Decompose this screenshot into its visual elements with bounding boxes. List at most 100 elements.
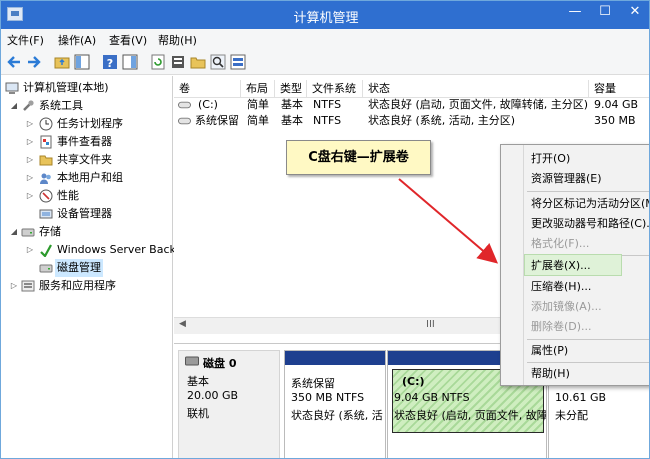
disk-size: 20.00 GB	[187, 389, 239, 402]
navigation-tree: 计算机管理(本地) ◢ 系统工具 ▷ 任务计划程序 ▷ 事件查看器 ▷ 共享文件…	[1, 76, 176, 458]
menu-action[interactable]: 操作(A)	[58, 32, 96, 48]
title-bar: 计算机管理 — ☐ ✕	[1, 1, 649, 29]
computer-management-icon	[5, 81, 19, 95]
volume-filesystem: NTFS	[313, 98, 342, 111]
device-manager-icon	[39, 207, 53, 221]
show-action-pane-icon[interactable]	[121, 53, 139, 71]
menu-item-properties[interactable]: 属性(P)	[531, 341, 568, 361]
disk-0-info[interactable]: 磁盘 0 基本 20.00 GB 联机	[178, 350, 280, 458]
menu-item-mark-active[interactable]: 将分区标记为活动分区(M)	[531, 194, 649, 214]
computer-management-window: 计算机管理 — ☐ ✕ 文件(F) 操作(A) 查看(V) 帮助(H) ? 计算…	[0, 0, 650, 459]
partition-status: 状态良好 (系统, 活	[291, 409, 383, 422]
volume-type: 基本	[281, 98, 303, 111]
users-icon	[39, 171, 53, 185]
column-header-volume[interactable]: 卷	[174, 80, 241, 97]
volume-status: 状态良好 (启动, 页面文件, 故障转储, 主分区)	[368, 98, 589, 111]
menu-item-explorer[interactable]: 资源管理器(E)	[531, 169, 602, 189]
close-button[interactable]: ✕	[621, 1, 649, 23]
tree-label: 存储	[39, 225, 61, 238]
column-header-capacity[interactable]: 容量	[589, 80, 649, 97]
drive-icon	[178, 97, 191, 113]
menu-item-help[interactable]: 帮助(H)	[531, 364, 570, 384]
menu-separator	[527, 191, 649, 192]
tree-label: 服务和应用程序	[39, 279, 116, 292]
disk-type: 基本	[187, 375, 209, 388]
expand-arrow-icon[interactable]: ▷	[25, 187, 35, 205]
show-hide-tree-icon[interactable]	[73, 53, 91, 71]
collapse-arrow-icon[interactable]: ◢	[9, 223, 19, 241]
partition-name: (C:)	[402, 375, 425, 388]
menu-bar: 文件(F) 操作(A) 查看(V) 帮助(H)	[1, 29, 649, 49]
search-icon[interactable]	[209, 53, 227, 71]
back-icon[interactable]	[5, 53, 23, 71]
partition-status: 未分配	[555, 409, 588, 422]
horizontal-scrollbar[interactable]: ◀ III	[174, 317, 504, 334]
menu-item-change-drive-letter[interactable]: 更改驱动器号和路径(C)...	[531, 214, 649, 234]
tree-label: 设备管理器	[57, 207, 112, 220]
volume-name: (C:)	[198, 98, 218, 111]
expand-arrow-icon[interactable]: ▷	[25, 169, 35, 187]
toolbar: ?	[1, 49, 649, 75]
disk-icon	[185, 355, 199, 367]
menu-file[interactable]: 文件(F)	[7, 32, 44, 48]
context-menu: 打开(O) 资源管理器(E) 将分区标记为活动分区(M) 更改驱动器号和路径(C…	[500, 144, 649, 386]
scroll-left-icon[interactable]: ◀	[179, 319, 186, 329]
forward-icon[interactable]	[25, 53, 43, 71]
maximize-button[interactable]: ☐	[591, 1, 619, 23]
shared-folder-icon	[39, 153, 53, 167]
services-icon	[21, 279, 35, 293]
backup-icon	[39, 243, 53, 258]
menu-separator	[527, 339, 649, 340]
expand-arrow-icon[interactable]: ▷	[25, 115, 35, 133]
minimize-button[interactable]: —	[561, 1, 589, 23]
tree-label: 性能	[57, 189, 79, 202]
volume-layout: 简单	[247, 98, 269, 111]
partition-header-bar	[285, 351, 385, 365]
expand-arrow-icon[interactable]: ▷	[9, 277, 19, 295]
partition-name: 系统保留	[291, 377, 335, 390]
refresh-icon[interactable]	[149, 53, 167, 71]
storage-icon	[21, 225, 35, 239]
expand-arrow-icon[interactable]: ▷	[25, 241, 35, 259]
partition-system-reserved[interactable]: 系统保留 350 MB NTFS 状态良好 (系统, 活	[284, 350, 386, 458]
clock-icon	[39, 117, 53, 131]
column-header-filesystem[interactable]: 文件系统	[307, 80, 363, 97]
menu-item-open[interactable]: 打开(O)	[531, 149, 570, 169]
event-log-icon	[39, 135, 53, 149]
volume-capacity: 350 MB	[594, 114, 636, 127]
window-title: 计算机管理	[293, 11, 359, 26]
properties-icon[interactable]	[169, 53, 187, 71]
tree-label: 共享文件夹	[57, 153, 112, 166]
menu-item-add-mirror[interactable]: 添加镜像(A)...	[531, 297, 602, 317]
menu-item-format[interactable]: 格式化(F)...	[531, 234, 589, 254]
up-folder-icon[interactable]	[53, 53, 71, 71]
volume-capacity: 9.04 GB	[594, 98, 639, 111]
menu-help[interactable]: 帮助(H)	[158, 32, 197, 48]
svg-text:?: ?	[107, 57, 113, 70]
tree-label: 系统工具	[39, 99, 83, 112]
menu-item-delete-volume[interactable]: 删除卷(D)...	[531, 317, 592, 337]
menu-item-shrink-volume[interactable]: 压缩卷(H)...	[531, 277, 591, 297]
volume-filesystem: NTFS	[313, 114, 342, 127]
tree-label: 计算机管理(本地)	[23, 81, 109, 94]
menu-view[interactable]: 查看(V)	[109, 32, 147, 48]
help-icon[interactable]: ?	[101, 53, 119, 71]
drive-icon	[178, 113, 191, 129]
tree-label: 磁盘管理	[55, 259, 103, 277]
collapse-arrow-icon[interactable]: ◢	[9, 97, 19, 115]
disk-name: 磁盘 0	[203, 357, 237, 370]
open-folder-icon[interactable]	[189, 53, 207, 71]
menu-item-extend-volume[interactable]: 扩展卷(X)...	[531, 256, 591, 276]
column-header-status[interactable]: 状态	[363, 80, 589, 97]
disk-view-icon[interactable]	[229, 53, 247, 71]
disk-status: 联机	[187, 407, 209, 420]
annotation-callout: C盘右键—扩展卷	[286, 140, 431, 175]
expand-arrow-icon[interactable]: ▷	[25, 151, 35, 169]
scroll-grip[interactable]: III	[426, 319, 435, 330]
volume-type: 基本	[281, 114, 303, 127]
column-header-layout[interactable]: 布局	[241, 80, 275, 97]
volume-status: 状态良好 (系统, 活动, 主分区)	[368, 114, 516, 127]
tree-label: Windows Server Back	[57, 243, 176, 256]
expand-arrow-icon[interactable]: ▷	[25, 133, 35, 151]
column-header-type[interactable]: 类型	[275, 80, 307, 97]
